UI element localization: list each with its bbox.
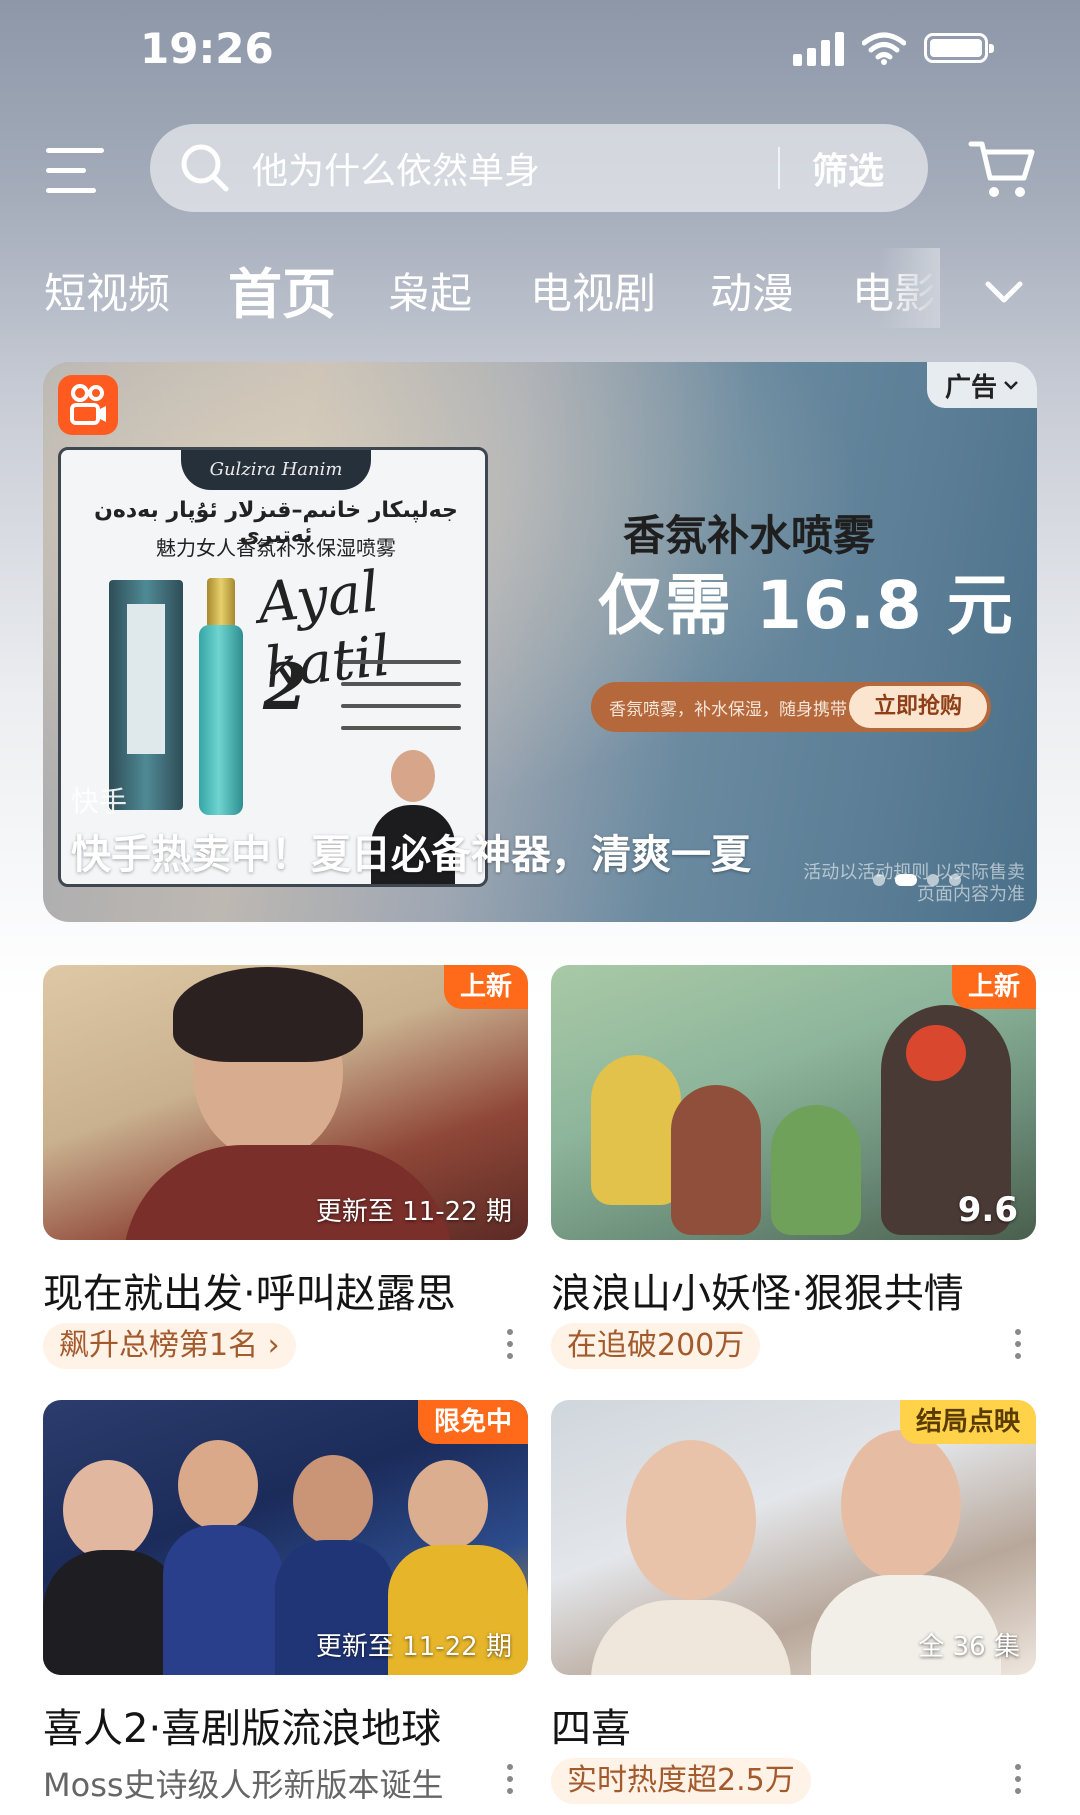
video-card[interactable]: 上新 9.6 浪浪山小妖怪·狠狠共情 在追破200万	[551, 965, 1036, 1375]
rating-score: 9.6	[957, 1190, 1018, 1230]
actress-face-1	[626, 1440, 756, 1600]
chevron-down-icon	[1004, 381, 1018, 390]
cast-face-3	[293, 1455, 373, 1545]
video-thumbnail[interactable]: 结局点映 全 36 集	[551, 1400, 1036, 1675]
ad-promo-pill: 香氛喷雾，补水保湿，随身携带！ 立即抢购	[591, 682, 991, 732]
status-icons	[793, 30, 994, 66]
video-thumbnail[interactable]: 上新 9.6	[551, 965, 1036, 1240]
tab-short-video[interactable]: 短视频	[44, 260, 170, 321]
rank-tag[interactable]: 飙升总榜第1名 ›	[43, 1323, 296, 1369]
tab-anime[interactable]: 动漫	[710, 260, 794, 321]
badge: 限免中	[417, 1400, 528, 1444]
character-boar	[671, 1085, 761, 1235]
video-thumbnail[interactable]: 上新 更新至 11-22 期	[43, 965, 528, 1240]
card-title[interactable]: 现在就出发·呼叫赵露思	[43, 1261, 456, 1319]
channel-tabs: 短视频 首页 枭起 电视剧 动漫 电影	[0, 248, 1080, 328]
menu-icon[interactable]	[46, 146, 104, 196]
cast-body-1	[43, 1550, 183, 1675]
video-card[interactable]: 上新 更新至 11-22 期 现在就出发·呼叫赵露思 飙升总榜第1名 ›	[43, 965, 528, 1375]
tab-home[interactable]: 首页	[228, 250, 336, 329]
actress-top-1	[591, 1600, 791, 1675]
ad-banner[interactable]: 广告 Gulzira Hanim جەلپىكار خانىم–قىزلار ئ…	[43, 362, 1037, 922]
perfume-bottle	[199, 625, 243, 815]
video-card[interactable]: 限免中 更新至 11-22 期 喜人2·喜剧版流浪地球 Moss史诗级人形新版本…	[43, 1400, 528, 1810]
status-time: 19:26	[140, 24, 274, 73]
product-image: Gulzira Hanim جەلپىكار خانىم–قىزلار ئۇپا…	[58, 447, 488, 887]
status-bar: 19:26	[0, 0, 1080, 100]
card-title[interactable]: 四喜	[551, 1696, 631, 1754]
host-hair	[173, 967, 363, 1062]
product-feature-lines	[341, 660, 461, 748]
chevron-down-icon[interactable]	[982, 270, 1026, 314]
search-icon	[181, 144, 229, 192]
update-label: 更新至 11-22 期	[315, 1197, 512, 1227]
card-title[interactable]: 浪浪山小妖怪·狠狠共情	[551, 1261, 964, 1319]
banner-caption: 快手热卖中！夏日必备神器，清爽一夏	[71, 832, 751, 878]
tab-tv-series[interactable]: 电视剧	[530, 260, 656, 321]
ad-label: 广告	[944, 372, 997, 403]
popularity-tag[interactable]: 实时热度超2.5万	[551, 1758, 811, 1804]
character-bear	[591, 1055, 681, 1205]
ad-tag[interactable]: 广告	[927, 362, 1037, 408]
kuaishou-logo-icon	[58, 375, 118, 435]
more-options-icon[interactable]	[502, 1764, 518, 1800]
search-bar[interactable]: 他为什么依然单身 筛选	[150, 124, 928, 212]
bottle-cap	[207, 578, 235, 628]
more-options-icon[interactable]	[502, 1329, 518, 1365]
badge: 结局点映	[899, 1400, 1036, 1444]
tab-fade	[880, 248, 940, 328]
video-card[interactable]: 结局点映 全 36 集 四喜 实时热度超2.5万	[551, 1400, 1036, 1810]
tab-xiaoqi[interactable]: 枭起	[388, 260, 472, 321]
top-header: 他为什么依然单身 筛选	[0, 120, 1080, 220]
buy-now-button[interactable]: 立即抢购	[849, 686, 987, 728]
signal-icon	[793, 30, 844, 66]
cast-face-1	[63, 1460, 153, 1560]
video-thumbnail[interactable]: 限免中 更新至 11-22 期	[43, 1400, 528, 1675]
wifi-icon	[862, 32, 906, 65]
more-options-icon[interactable]	[1010, 1329, 1026, 1365]
update-label: 更新至 11-22 期	[315, 1632, 512, 1662]
character-frog	[771, 1105, 861, 1235]
ad-price: 仅需 16.8 元	[598, 567, 1014, 644]
cast-face-4	[408, 1460, 488, 1550]
carousel-dots[interactable]	[873, 874, 961, 886]
cast-face-2	[178, 1440, 258, 1530]
badge: 上新	[443, 965, 528, 1009]
shopping-cart-icon[interactable]	[968, 136, 1038, 202]
battery-icon	[924, 33, 994, 63]
badge: 上新	[951, 965, 1036, 1009]
ad-promo-text: 香氛喷雾，补水保湿，随身携带！	[609, 700, 864, 720]
card-title[interactable]: 喜人2·喜剧版流浪地球	[43, 1696, 441, 1754]
monkey-face	[906, 1025, 966, 1081]
episode-count: 全 36 集	[918, 1632, 1020, 1662]
banner-source: 快手	[71, 785, 128, 818]
filter-button[interactable]: 筛选	[780, 142, 928, 194]
product-brand: Gulzira Hanim	[181, 450, 371, 490]
more-options-icon[interactable]	[1010, 1764, 1026, 1800]
search-input[interactable]: 他为什么依然单身	[252, 142, 778, 194]
product-box	[109, 580, 183, 810]
product-number: 2	[263, 650, 308, 725]
actress-face-2	[841, 1430, 961, 1580]
card-subtitle[interactable]: Moss史诗级人形新版本诞生	[43, 1760, 444, 1806]
popularity-tag[interactable]: 在追破200万	[551, 1323, 761, 1369]
cast-body-2	[163, 1525, 283, 1675]
